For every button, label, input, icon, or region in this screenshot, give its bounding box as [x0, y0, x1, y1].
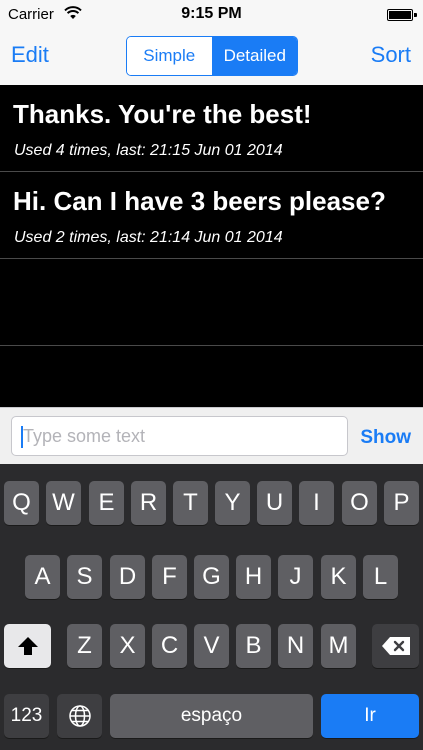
shift-icon: [17, 637, 38, 655]
key-a[interactable]: A: [25, 555, 60, 599]
list-item-title: Thanks. You're the best!: [13, 99, 312, 129]
view-mode-segmented-control: Simple Detailed: [126, 36, 298, 76]
input-bar: Show: [0, 407, 423, 464]
text-caret: [21, 426, 23, 448]
list-item-subtitle: Used 4 times, last: 21:15 Jun 01 2014: [14, 142, 283, 159]
sort-button[interactable]: Sort: [371, 42, 411, 68]
key-t[interactable]: T: [173, 481, 208, 525]
key-r[interactable]: R: [131, 481, 166, 525]
key-x[interactable]: X: [110, 624, 145, 668]
numbers-key[interactable]: 123: [4, 694, 49, 738]
phrase-list: Thanks. You're the best! Used 4 times, l…: [0, 85, 423, 407]
key-j[interactable]: J: [278, 555, 313, 599]
status-time: 9:15 PM: [181, 5, 242, 22]
text-input[interactable]: [11, 416, 348, 456]
list-item[interactable]: Thanks. You're the best! Used 4 times, l…: [0, 85, 423, 172]
key-u[interactable]: U: [257, 481, 292, 525]
backspace-key[interactable]: [372, 624, 419, 668]
key-e[interactable]: E: [89, 481, 124, 525]
backspace-icon: [381, 637, 410, 655]
key-w[interactable]: W: [46, 481, 81, 525]
top-bar: Carrier 9:15 PM Edit Simple Detailed Sor…: [0, 0, 423, 85]
empty-list-row: [0, 259, 423, 346]
globe-key[interactable]: [57, 694, 102, 738]
key-k[interactable]: K: [321, 555, 356, 599]
list-item-title: Hi. Can I have 3 beers please?: [13, 186, 386, 216]
keyboard: Q W E R T Y U I O P A S D F G H J K L Z …: [0, 464, 423, 750]
key-v[interactable]: V: [194, 624, 229, 668]
key-n[interactable]: N: [278, 624, 313, 668]
key-d[interactable]: D: [110, 555, 145, 599]
key-i[interactable]: I: [299, 481, 334, 525]
key-s[interactable]: S: [67, 555, 102, 599]
show-button[interactable]: Show: [360, 427, 411, 449]
key-m[interactable]: M: [321, 624, 356, 668]
shift-key[interactable]: [4, 624, 51, 668]
key-z[interactable]: Z: [67, 624, 102, 668]
key-q[interactable]: Q: [4, 481, 39, 525]
status-bar: Carrier 9:15 PM: [0, 0, 423, 30]
key-c[interactable]: C: [152, 624, 187, 668]
segment-simple[interactable]: Simple: [127, 37, 212, 75]
key-b[interactable]: B: [236, 624, 271, 668]
list-item[interactable]: Hi. Can I have 3 beers please? Used 2 ti…: [0, 172, 423, 259]
key-l[interactable]: L: [363, 555, 398, 599]
return-key[interactable]: Ir: [321, 694, 419, 738]
key-h[interactable]: H: [236, 555, 271, 599]
key-g[interactable]: G: [194, 555, 229, 599]
edit-button[interactable]: Edit: [11, 42, 49, 68]
key-f[interactable]: F: [152, 555, 187, 599]
globe-icon: [68, 705, 91, 727]
key-o[interactable]: O: [342, 481, 377, 525]
key-p[interactable]: P: [384, 481, 419, 525]
list-item-subtitle: Used 2 times, last: 21:14 Jun 01 2014: [14, 229, 283, 246]
segment-detailed[interactable]: Detailed: [211, 37, 297, 75]
key-y[interactable]: Y: [215, 481, 250, 525]
battery-icon: [387, 9, 417, 21]
space-key[interactable]: espaço: [110, 694, 313, 738]
